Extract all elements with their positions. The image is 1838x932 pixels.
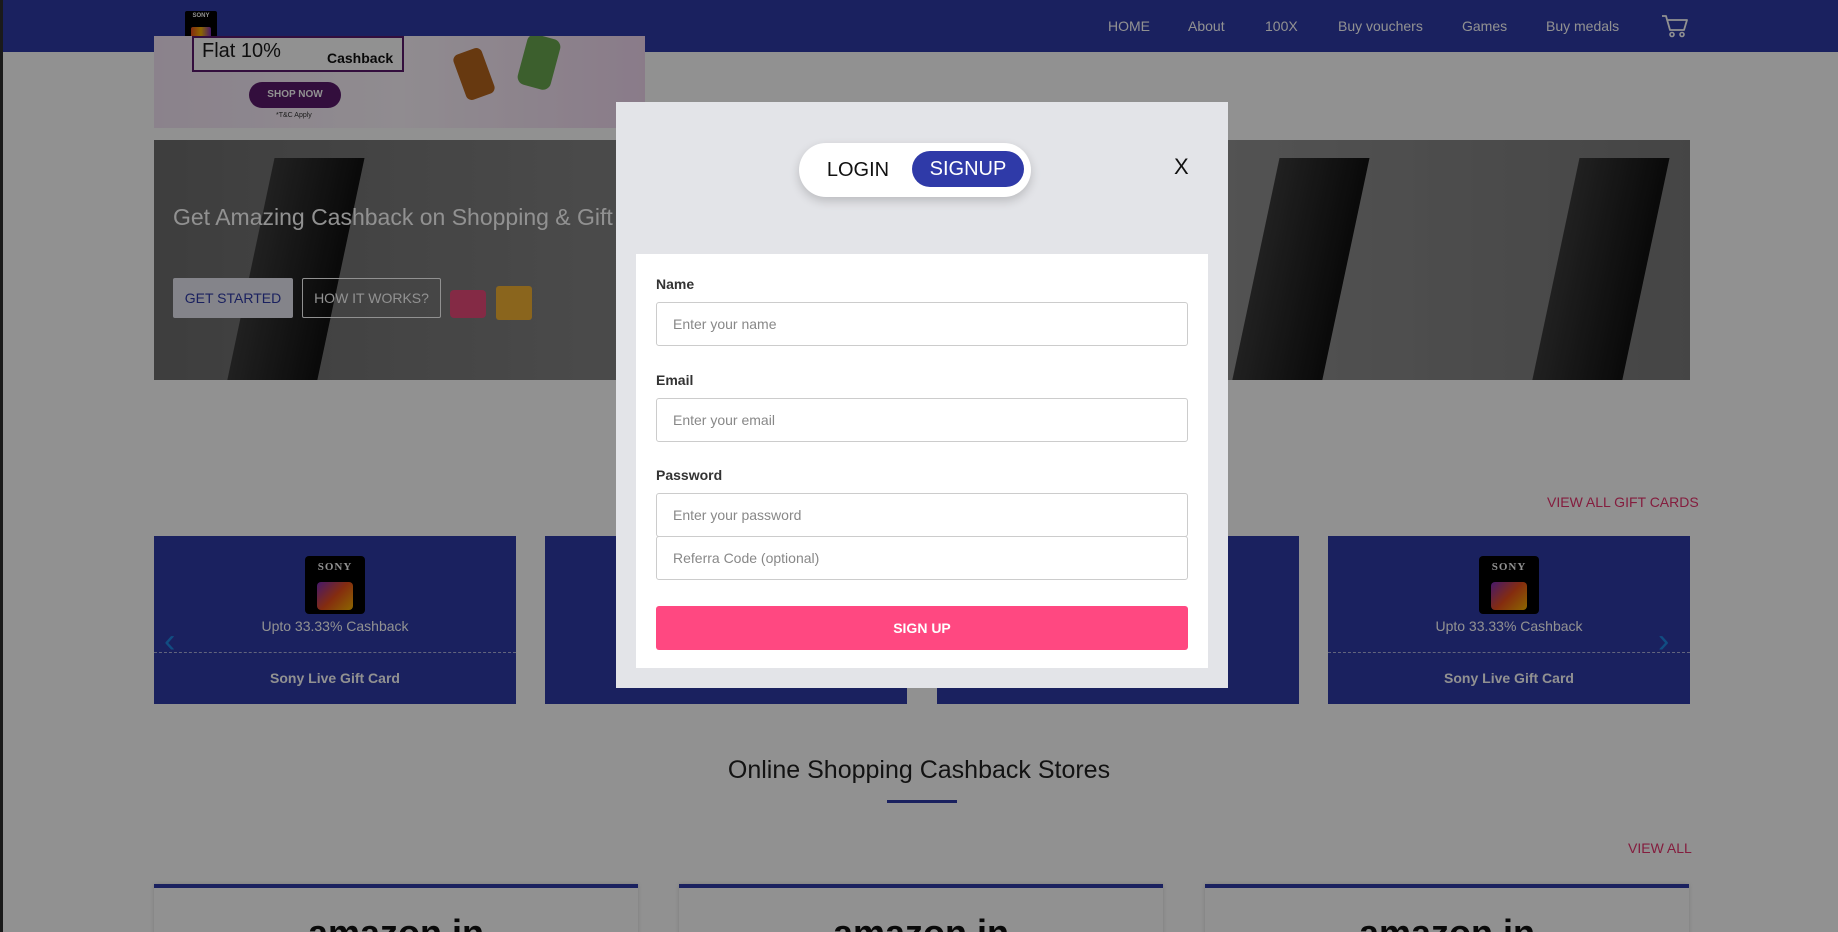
auth-tab-toggle: LOGIN SIGNUP [799, 143, 1031, 197]
name-input[interactable] [656, 302, 1188, 346]
auth-modal: LOGIN SIGNUP X Name Email Password SIGN … [616, 102, 1228, 688]
email-input[interactable] [656, 398, 1188, 442]
password-label: Password [656, 467, 723, 483]
tab-login[interactable]: LOGIN [813, 153, 903, 187]
close-button[interactable]: X [1174, 154, 1189, 180]
tab-signup[interactable]: SIGNUP [912, 151, 1024, 187]
name-label: Name [656, 276, 695, 292]
window-edge [0, 0, 3, 932]
signup-form: Name Email Password SIGN UP [636, 254, 1208, 668]
password-input[interactable] [656, 493, 1188, 537]
email-label: Email [656, 372, 694, 388]
referral-code-input[interactable] [656, 536, 1188, 580]
signup-submit-button[interactable]: SIGN UP [656, 606, 1188, 650]
